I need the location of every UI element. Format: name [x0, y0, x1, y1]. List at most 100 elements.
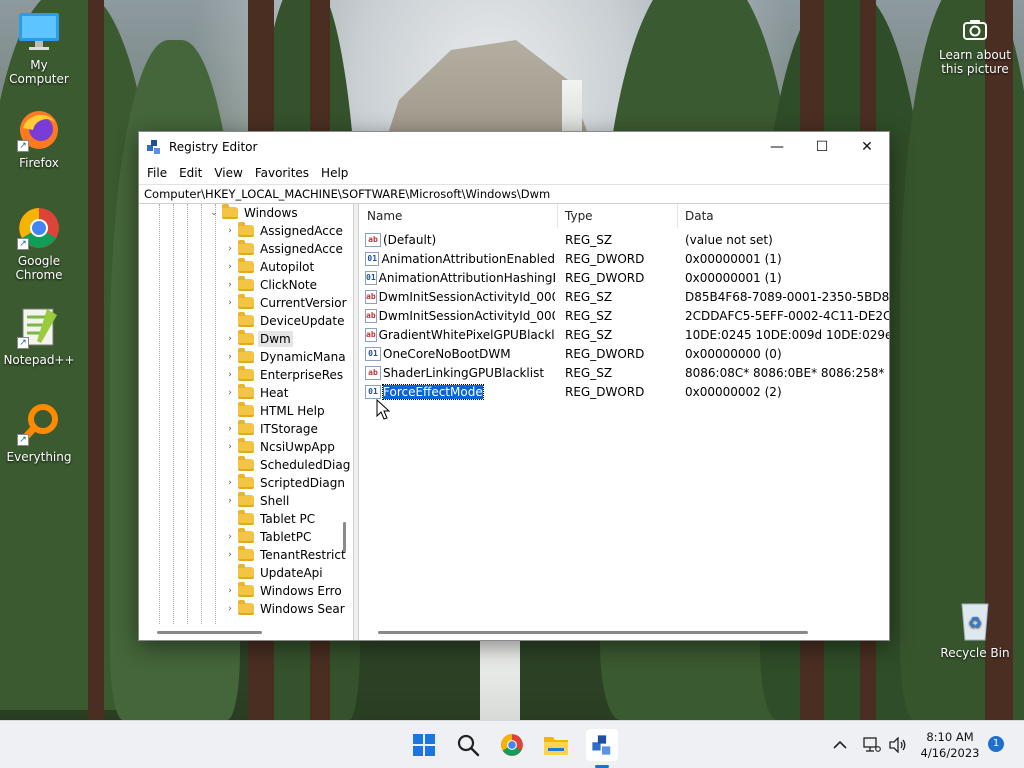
menu-file[interactable]: File	[141, 166, 173, 180]
tree-item[interactable]: › ScriptedDiagn	[225, 474, 347, 492]
menu-view[interactable]: View	[208, 166, 248, 180]
title-bar[interactable]: Registry Editor — ☐ ✕	[139, 132, 889, 162]
chevron-down-icon[interactable]: ⌄	[209, 208, 219, 218]
tree-item[interactable]: › ITStorage	[225, 420, 320, 438]
tree-item[interactable]: › AssignedAcce	[225, 222, 345, 240]
value-row[interactable]: 01 AnimationAttributionEnabled REG_DWORD 0x…	[360, 249, 889, 268]
tree-item-label: TabletPC	[260, 530, 312, 544]
tree-item[interactable]: › TabletPC	[225, 528, 313, 546]
close-button[interactable]: ✕	[844, 132, 890, 162]
start-button[interactable]	[408, 729, 440, 761]
chevron-right-icon[interactable]: ›	[225, 586, 235, 596]
tree-item[interactable]: › TenantRestrict	[225, 546, 348, 564]
menu-favorites[interactable]: Favorites	[249, 166, 315, 180]
value-row[interactable]: ab GradientWhitePixelGPUBlacklist REG_SZ 10…	[360, 325, 889, 344]
menu-help[interactable]: Help	[315, 166, 354, 180]
column-header-data[interactable]: Data	[678, 204, 889, 228]
taskbar-registry-editor[interactable]	[586, 729, 618, 761]
tree-item[interactable]: › NcsiUwpApp	[225, 438, 337, 456]
tree-item[interactable]: › AssignedAcce	[225, 240, 345, 258]
everything-search-icon: ↗	[17, 402, 61, 446]
chevron-right-icon[interactable]: ›	[225, 244, 235, 254]
tree-item[interactable]: › Windows Erro	[225, 582, 344, 600]
chevron-right-icon[interactable]: ›	[225, 442, 235, 452]
desktop-icon-recycle-bin[interactable]: ♻ Recycle Bin	[937, 598, 1013, 660]
value-name: (Default)	[383, 232, 437, 247]
value-row[interactable]: abDwmInitSessionActivityId_0000... REG_SZ…	[360, 287, 889, 306]
tree-guide-line	[187, 204, 188, 624]
chevron-right-icon[interactable]: ›	[225, 478, 235, 488]
chevron-right-icon[interactable]: ›	[225, 280, 235, 290]
volume-button[interactable]	[884, 729, 912, 761]
binary-value-icon: 01	[365, 251, 380, 266]
value-row[interactable]: 01 ForceEffectMode REG_DWORD 0x00000002 (2)	[360, 382, 889, 401]
notification-badge[interactable]: 1	[988, 736, 1004, 752]
tree-item[interactable]: ScheduledDiag	[225, 456, 352, 474]
values-list-pane[interactable]: Name Type Data ab (Default) REG_SZ (value n…	[360, 204, 889, 640]
desktop-icon-firefox[interactable]: ↗ Firefox	[1, 108, 77, 170]
desktop-icon-my-computer[interactable]: My Computer	[1, 10, 77, 86]
tree-item-label: NcsiUwpApp	[260, 440, 335, 454]
chevron-right-icon[interactable]: ›	[225, 604, 235, 614]
address-bar[interactable]: Computer\HKEY_LOCAL_MACHINE\SOFTWARE\Mic…	[139, 184, 889, 204]
taskbar-chrome[interactable]	[496, 729, 528, 761]
chevron-right-icon[interactable]: ›	[225, 388, 235, 398]
values-horizontal-scrollbar[interactable]	[378, 631, 808, 634]
tree-item[interactable]: › ClickNote	[225, 276, 319, 294]
value-row[interactable]: 01 AnimationAttributionHashingE... REG_DWO…	[360, 268, 889, 287]
value-row[interactable]: ab (Default) REG_SZ (value not set)	[360, 230, 889, 249]
pane-splitter[interactable]	[354, 204, 359, 640]
value-name-cell: ab GradientWhitePixelGPUBlacklist	[365, 325, 555, 344]
tree-item[interactable]: › Dwm	[225, 330, 293, 348]
tree-item[interactable]: › Shell	[225, 492, 291, 510]
network-status-button[interactable]	[858, 729, 886, 761]
menu-edit[interactable]: Edit	[173, 166, 208, 180]
key-tree-pane[interactable]: ⌄ Windows › AssignedAcce › AssignedAcce › Aut…	[139, 204, 354, 640]
tree-item[interactable]: HTML Help	[225, 402, 327, 420]
value-row[interactable]: abDwmInitSessionActivityId_0000... REG_SZ…	[360, 306, 889, 325]
chevron-right-icon[interactable]: ›	[225, 424, 235, 434]
value-row[interactable]: ab ShaderLinkingGPUBlacklist REG_SZ 8086:08…	[360, 363, 889, 382]
taskbar-file-explorer[interactable]	[540, 729, 572, 761]
learn-about-picture[interactable]: Learn about this picture	[935, 16, 1015, 76]
tree-item-label: DynamicMana	[260, 350, 346, 364]
tree-item[interactable]: › EnterpriseRes	[225, 366, 345, 384]
system-clock[interactable]: 8:10 AM 4/16/2023	[918, 729, 982, 761]
tree-item[interactable]: › Autopilot	[225, 258, 316, 276]
chevron-right-icon[interactable]: ›	[225, 226, 235, 236]
chevron-right-icon[interactable]: ›	[225, 532, 235, 542]
tree-horizontal-scrollbar[interactable]	[157, 631, 262, 634]
chevron-right-icon[interactable]: ›	[225, 298, 235, 308]
chevron-right-icon[interactable]: ›	[225, 496, 235, 506]
chevron-right-icon[interactable]: ›	[225, 334, 235, 344]
column-header-name[interactable]: Name	[360, 204, 558, 228]
desktop-icon-google-chrome[interactable]: ↗ Google Chrome	[1, 206, 77, 282]
tree-vertical-scrollbar[interactable]	[343, 522, 346, 552]
tree-item[interactable]: › DynamicMana	[225, 348, 348, 366]
tree-item[interactable]: DeviceUpdate	[225, 312, 347, 330]
chevron-right-icon[interactable]: ›	[225, 550, 235, 560]
desktop-icon-label: Notepad++	[3, 353, 75, 367]
value-data-cell: D85B4F68-7089-0001-2350-5BD88970D9	[685, 289, 889, 304]
maximize-button[interactable]: ☐	[799, 132, 845, 162]
tree-item[interactable]: Tablet PC	[225, 510, 317, 528]
tree-item-label: UpdateApi	[260, 566, 323, 580]
value-row[interactable]: 01 OneCoreNoBootDWM REG_DWORD 0x00000000 (0…	[360, 344, 889, 363]
show-hidden-icons-button[interactable]	[826, 729, 854, 761]
tree-item[interactable]: › CurrentVersior	[225, 294, 349, 312]
taskbar-search-button[interactable]	[452, 729, 484, 761]
tree-item[interactable]: UpdateApi	[225, 564, 325, 582]
chevron-right-icon[interactable]: ›	[225, 352, 235, 362]
value-name-cell: 01 OneCoreNoBootDWM	[365, 344, 555, 363]
chevron-right-icon[interactable]: ›	[225, 370, 235, 380]
tree-item-windows[interactable]: ⌄ Windows	[209, 204, 300, 222]
tree-item[interactable]: › Windows Sear	[225, 600, 347, 618]
tree-item[interactable]: › Heat	[225, 384, 290, 402]
minimize-button[interactable]: —	[754, 132, 800, 162]
desktop-icon-notepad-plus-plus[interactable]: ↗ Notepad++	[1, 305, 77, 367]
column-header-type[interactable]: Type	[558, 204, 678, 228]
desktop-icon-everything[interactable]: ↗ Everything	[1, 402, 77, 464]
chevron-right-icon[interactable]: ›	[225, 262, 235, 272]
value-name: DwmInitSessionActivityId_0000...	[378, 308, 555, 323]
mouse-pointer-icon	[376, 399, 390, 420]
